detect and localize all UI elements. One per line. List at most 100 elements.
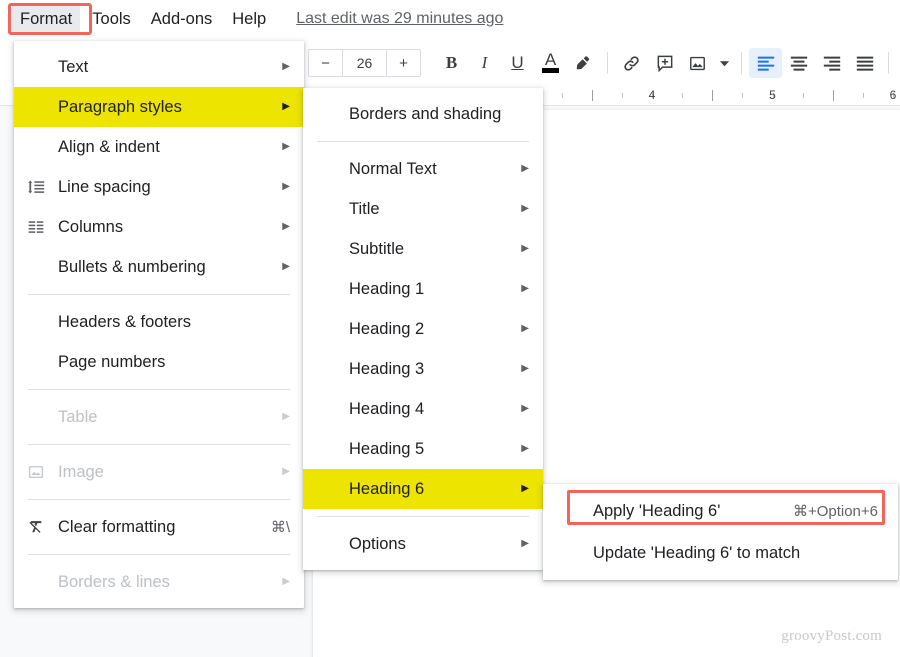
font-size-stepper[interactable]: − 26 + [308, 49, 421, 77]
columns-icon [14, 218, 58, 236]
menu-item-shortcut: ⌘+Option+6 [792, 503, 878, 520]
menu-item-heading-4[interactable]: Heading 4 ▶ [303, 389, 543, 429]
submenu-arrow-icon: ▶ [521, 403, 529, 414]
menu-item-label: Headers & footers [58, 312, 191, 331]
align-left-icon [756, 53, 776, 73]
menu-item-clear-formatting[interactable]: Clear formatting ⌘\ [14, 507, 304, 547]
toolbar-separator-1 [607, 52, 608, 74]
submenu-arrow-icon: ▶ [521, 363, 529, 374]
submenu-arrow-icon: ▶ [521, 243, 529, 254]
image-icon [14, 463, 58, 481]
menu-add-ons[interactable]: Add-ons [143, 5, 220, 33]
menu-item-label: Heading 1 [349, 279, 425, 298]
font-size-decrease-button[interactable]: − [309, 50, 342, 76]
menu-item-label: Heading 3 [349, 359, 425, 378]
menu-bar: Format Tools Add-ons Help Last edit was … [0, 0, 900, 38]
format-dropdown-menu: Text ▶ Paragraph styles ▶ Align & indent ▶ Lin… [14, 41, 304, 608]
menu-item-shortcut: ⌘\ [270, 519, 290, 536]
menu-item-label: Line spacing [58, 177, 151, 196]
menu-item-options[interactable]: Options ▶ [303, 524, 543, 564]
align-justify-button[interactable] [848, 48, 881, 78]
underline-button[interactable]: U [501, 48, 534, 78]
menu-item-label: Title [349, 199, 380, 218]
menu-item-label: Columns [58, 217, 124, 236]
menu-item-heading-3[interactable]: Heading 3 ▶ [303, 349, 543, 389]
highlight-color-button[interactable] [567, 48, 600, 78]
ruler-tick [621, 93, 623, 98]
menu-item-label: Paragraph styles [58, 97, 182, 116]
menu-item-heading-2[interactable]: Heading 2 ▶ [303, 309, 543, 349]
ruler-tick [682, 93, 684, 98]
font-size-input[interactable]: 26 [342, 50, 387, 76]
align-right-icon [822, 53, 842, 73]
text-color-swatch [542, 68, 559, 73]
menu-item-label: Normal Text [349, 159, 437, 178]
submenu-arrow-icon: ▶ [282, 221, 290, 232]
menu-item-line-spacing[interactable]: Line spacing ▶ [14, 167, 304, 207]
submenu-arrow-icon: ▶ [521, 483, 529, 494]
menu-item-label: Heading 6 [349, 479, 425, 498]
menu-item-label: Subtitle [349, 239, 405, 258]
menu-separator [28, 499, 290, 500]
menu-separator [28, 389, 290, 390]
align-right-button[interactable] [815, 48, 848, 78]
menu-item-page-numbers[interactable]: Page numbers [14, 342, 304, 382]
menu-item-subtitle[interactable]: Subtitle ▶ [303, 229, 543, 269]
italic-button[interactable]: I [468, 48, 501, 78]
menu-help[interactable]: Help [224, 5, 274, 33]
ruler-label: 5 [769, 88, 776, 102]
menu-item-heading-1[interactable]: Heading 1 ▶ [303, 269, 543, 309]
italic-label: I [481, 53, 488, 72]
toolbar-separator-2 [741, 52, 742, 74]
menu-item-heading-5[interactable]: Heading 5 ▶ [303, 429, 543, 469]
menu-item-paragraph-styles[interactable]: Paragraph styles ▶ [14, 87, 304, 127]
menu-item-label: Align & indent [58, 137, 160, 156]
menu-item-title[interactable]: Title ▶ [303, 189, 543, 229]
menu-item-bullets-numbering[interactable]: Bullets & numbering ▶ [14, 247, 304, 287]
menu-tools[interactable]: Tools [84, 5, 139, 33]
menu-item-headers-footers[interactable]: Headers & footers [14, 302, 304, 342]
menu-item-label: Page numbers [58, 352, 166, 371]
bold-button[interactable]: B [435, 48, 468, 78]
insert-image-icon [688, 54, 707, 73]
insert-image-dropdown-button[interactable] [714, 48, 734, 78]
ruler-tick [742, 93, 744, 98]
link-icon [621, 53, 642, 74]
text-color-button[interactable]: A [534, 48, 567, 78]
menu-item-apply-heading-6[interactable]: Apply 'Heading 6' ⌘+Option+6 [543, 490, 898, 532]
menu-item-label: Table [58, 407, 98, 426]
menu-item-heading-6[interactable]: Heading 6 ▶ [303, 469, 543, 509]
menu-item-image: Image ▶ [14, 452, 304, 492]
menu-format[interactable]: Format [12, 5, 81, 33]
menu-item-borders-and-shading[interactable]: Borders and shading [303, 94, 543, 134]
menu-item-update-heading-6-to-match[interactable]: Update 'Heading 6' to match [543, 532, 898, 574]
font-size-increase-button[interactable]: + [387, 50, 420, 76]
ruler-tick [561, 93, 563, 98]
last-edit-link[interactable]: Last edit was 29 minutes ago [296, 10, 503, 28]
menu-item-align-indent[interactable]: Align & indent ▶ [14, 127, 304, 167]
insert-image-button[interactable] [681, 48, 714, 78]
submenu-arrow-icon: ▶ [521, 283, 529, 294]
align-center-button[interactable] [782, 48, 815, 78]
clear-formatting-icon [14, 518, 58, 537]
menu-item-label: Heading 4 [349, 399, 425, 418]
highlighter-icon [574, 54, 593, 73]
submenu-arrow-icon: ▶ [282, 141, 290, 152]
menu-item-columns[interactable]: Columns ▶ [14, 207, 304, 247]
menu-item-normal-text[interactable]: Normal Text ▶ [303, 149, 543, 189]
submenu-arrow-icon: ▶ [282, 411, 290, 422]
ruler-half-inch-mark [832, 90, 834, 101]
chevron-down-icon [719, 58, 730, 69]
align-left-button[interactable] [749, 48, 782, 78]
menu-separator [317, 516, 529, 517]
toolbar-separator-3 [888, 52, 889, 74]
add-comment-icon [655, 53, 675, 73]
add-comment-button[interactable] [648, 48, 681, 78]
submenu-arrow-icon: ▶ [521, 538, 529, 549]
ruler-tick [802, 93, 804, 98]
ruler-half-inch-mark [591, 90, 593, 101]
menu-item-text[interactable]: Text ▶ [14, 47, 304, 87]
submenu-arrow-icon: ▶ [282, 101, 290, 112]
insert-link-button[interactable] [615, 48, 648, 78]
submenu-arrow-icon: ▶ [282, 466, 290, 477]
